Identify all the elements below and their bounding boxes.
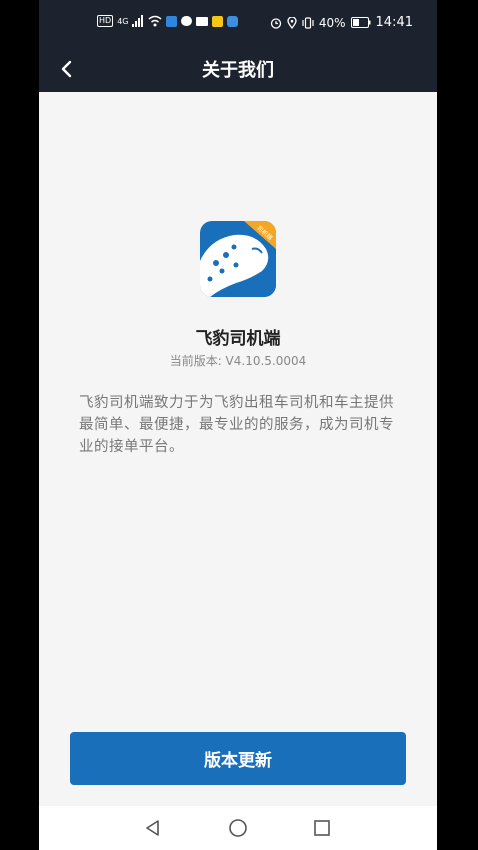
vibrate-icon <box>302 16 314 29</box>
message-icon <box>181 16 193 26</box>
card-icon <box>196 16 209 26</box>
app-name: 飞豹司机端 <box>195 329 281 349</box>
status-bar: HD 4G 40% 14:41 <box>39 0 437 46</box>
wifi-icon <box>149 15 162 27</box>
app-notification-icon <box>166 15 178 27</box>
nav-back-icon[interactable] <box>143 818 163 838</box>
status-right: 40% 14:41 <box>270 15 413 30</box>
battery-percent: 40% <box>318 15 346 30</box>
status-left: HD 4G <box>97 15 239 27</box>
signal-icon <box>132 15 144 27</box>
app-description: 飞豹司机端致力于为飞豹出租车司机和车主提供最简单、最便捷，最专业的的服务，成为司… <box>79 395 394 455</box>
location-icon <box>287 16 297 29</box>
clock-time: 14:41 <box>375 15 413 30</box>
app-version: 当前版本: V4.10.5.0004 <box>169 354 307 368</box>
hd-badge: HD <box>97 15 114 27</box>
app-logo: 司机端 <box>200 221 276 297</box>
nav-home-icon[interactable] <box>228 818 248 838</box>
version-update-button[interactable]: 版本更新 <box>70 732 406 785</box>
net-type: 4G <box>117 16 129 26</box>
phone-screen: HD 4G 40% 14:41 关于我们 司机端 飞豹司机端 当前版本: V4.… <box>39 0 437 850</box>
alarm-icon <box>270 17 282 29</box>
nav-recents-icon[interactable] <box>312 818 332 838</box>
nav-bar: 关于我们 <box>39 46 437 92</box>
battery-icon <box>350 17 371 28</box>
page-title: 关于我们 <box>202 60 274 81</box>
system-navigation-bar <box>39 806 437 850</box>
mail-icon <box>212 15 224 27</box>
browser-icon <box>227 15 239 27</box>
